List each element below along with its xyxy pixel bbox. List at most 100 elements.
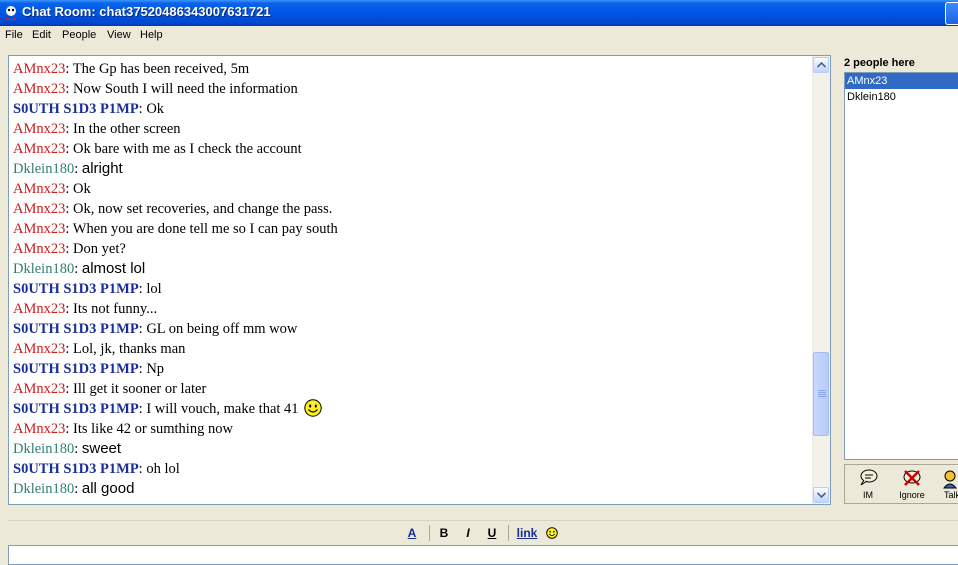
message-text: almost lol [81,260,146,277]
message-text: oh lol [146,461,180,477]
message-text: alright [81,160,123,177]
minimize-button[interactable] [945,2,958,25]
message: AMnx23: Ill get it sooner or later [13,381,207,397]
ignore-label: Ignore [899,490,925,500]
message-nick: AMnx23 [13,341,66,357]
menu-bar: File Edit People View Help [0,26,958,45]
ignore-button[interactable]: Ignore [895,468,929,502]
message-text: Np [146,361,165,377]
message-nick: S0UTH S1D3 P1MP [13,461,139,477]
message-text: When you are done tell me so I can pay s… [72,221,338,237]
people-count: 2 people here [844,57,915,69]
underline-button[interactable]: U [486,524,498,542]
talk-icon [942,470,958,489]
message-text: Its not funny... [73,301,158,317]
message: AMnx23: Ok [13,181,91,197]
message: AMnx23: Don yet? [13,241,126,257]
message: Dklein180: sweet [13,440,122,457]
message-nick: S0UTH S1D3 P1MP [13,361,139,377]
ignore-icon [903,470,921,486]
italic-button[interactable]: I [462,524,474,542]
message-text: lol [146,281,162,297]
message-text: Ill get it sooner or later [73,381,207,397]
message-nick: Dklein180 [13,261,75,277]
menu-view[interactable]: View [107,29,131,41]
im-icon [860,469,878,486]
message: Dklein180: alright [13,160,123,177]
message-text: The Gp has been received, 5m [72,61,250,77]
people-item[interactable]: AMnx23 [845,73,958,89]
message-list: AMnx23: The Gp has been received, 5m AMn… [13,59,813,499]
scroll-up-button[interactable] [813,57,829,73]
message-nick: AMnx23 [13,141,66,157]
message-nick: S0UTH S1D3 P1MP [13,281,139,297]
message-text: I will vouch, make that 41 [146,401,299,417]
people-item[interactable]: Dklein180 [845,89,958,105]
scroll-grip [818,394,826,395]
im-button[interactable]: IM [851,468,885,502]
title-bar[interactable]: Chat Room: chat37520486343007631721 [0,0,958,26]
message-nick: AMnx23 [13,241,66,257]
message: AMnx23: Its like 42 or sumthing now [13,421,233,437]
text-color-button[interactable]: A [406,524,418,542]
message: Dklein180: all good [13,480,135,497]
people-actions: IM Ignore Talk [844,464,958,504]
message-text: In the other screen [73,121,181,137]
message: S0UTH S1D3 P1MP: Np [13,361,165,377]
message: AMnx23: Ok, now set recoveries, and chan… [13,201,333,217]
message: AMnx23: The Gp has been received, 5m [13,61,250,77]
message-nick: AMnx23 [13,421,66,437]
message-nick: AMnx23 [13,61,66,77]
message-nick: AMnx23 [13,381,66,397]
message-nick: Dklein180 [13,161,75,177]
menu-people[interactable]: People [62,29,96,41]
scroll-grip [818,392,826,393]
message: AMnx23: In the other screen [13,121,181,137]
menu-help[interactable]: Help [140,29,163,41]
message-nick: S0UTH S1D3 P1MP [13,401,139,417]
chevron-up-icon [817,62,826,68]
people-list[interactable]: AMnx23 Dklein180 [844,72,958,460]
chat-app-icon [3,5,19,21]
chat-scrollbar[interactable] [812,56,830,504]
message: AMnx23: Ok bare with me as I check the a… [13,141,302,157]
link-button[interactable]: link [515,524,539,542]
message-text: Don yet? [73,241,126,257]
im-label: IM [863,490,873,500]
message-text: Ok bare with me as I check the account [73,141,302,157]
message-nick: AMnx23 [13,301,66,317]
message-nick: S0UTH S1D3 P1MP [13,101,139,117]
message-nick: Dklein180 [13,441,75,457]
message-text: GL on being off mm wow [146,321,298,337]
message: S0UTH S1D3 P1MP: I will vouch, make that… [13,399,813,419]
message-nick: Dklein180 [13,481,75,497]
message-text: Ok [146,101,165,117]
scroll-grip [818,396,826,397]
message-input[interactable] [8,545,958,565]
message-text: Ok [73,181,91,197]
message-text: Ok, now set recoveries, and change the p… [73,201,333,217]
smiley-icon [303,399,322,417]
emoticon-button[interactable] [545,524,559,542]
menu-edit[interactable]: Edit [32,29,51,41]
chat-transcript[interactable]: AMnx23: The Gp has been received, 5m AMn… [8,55,831,505]
menu-file[interactable]: File [5,29,23,41]
bold-button[interactable]: B [438,524,450,542]
message: AMnx23: When you are done tell me so I c… [13,221,338,237]
message: S0UTH S1D3 P1MP: oh lol [13,461,180,477]
message: Dklein180: almost lol [13,260,146,277]
smiley-icon [546,527,558,539]
chevron-down-icon [817,492,826,498]
message-text: sweet [81,440,122,457]
scroll-down-button[interactable] [813,487,829,503]
scroll-thumb[interactable] [813,352,829,436]
message-nick: AMnx23 [13,181,66,197]
message-text: Now South I will need the information [73,81,298,97]
scroll-grip [818,390,826,391]
message: S0UTH S1D3 P1MP: GL on being off mm wow [13,321,298,337]
message-nick: AMnx23 [13,81,66,97]
window-title: Chat Room: chat37520486343007631721 [22,4,271,19]
talk-button[interactable]: Talk [935,468,958,502]
message-text: Its like 42 or sumthing now [73,421,233,437]
talk-label: Talk [943,490,958,500]
